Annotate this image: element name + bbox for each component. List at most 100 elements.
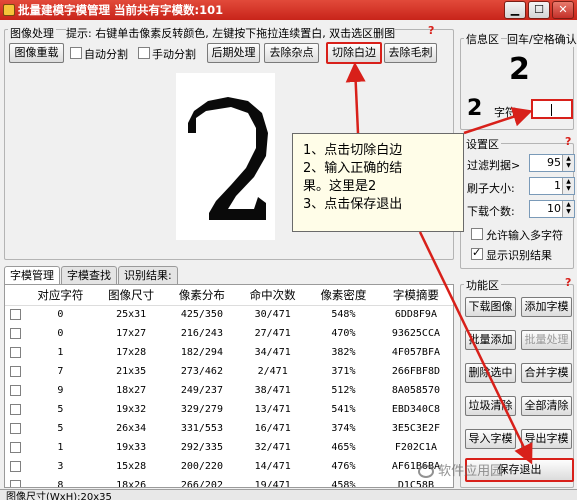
row-checkbox[interactable] <box>9 327 21 339</box>
table-cell: 15x28 <box>116 461 147 472</box>
row-checkbox-cell[interactable] <box>5 305 25 324</box>
col-digest[interactable]: 字模摘要 <box>378 285 453 306</box>
callout-line-1: 1、点击切除白边 <box>303 143 403 158</box>
instruction-callout: 1、点击切除白边 2、输入正确的结 果。这里是2 3、点击保存退出 <box>292 133 464 232</box>
settings-label: 设置区 <box>464 136 501 152</box>
table-row[interactable]: 1 17x28 182/294 34/471 382% 4F057BFA <box>5 343 453 362</box>
row-checkbox-cell[interactable] <box>5 343 25 362</box>
download-spinner[interactable]: 10 ▲ ▼ <box>529 200 575 218</box>
export-glyphs-button[interactable]: 导出字模 <box>521 429 572 449</box>
tab-recognition-result[interactable]: 识别结果: <box>118 266 178 284</box>
clear-garbage-button[interactable]: 垃圾清除 <box>465 396 516 416</box>
manual-split-label: 手动分割 <box>152 48 196 61</box>
row-checkbox[interactable] <box>9 384 21 396</box>
settings-help-icon[interactable]: ? <box>565 135 571 148</box>
spinner-arrows-icon[interactable]: ▲ ▼ <box>562 178 574 194</box>
tab-glyph-management[interactable]: 字模管理 <box>4 266 60 285</box>
spinner-arrows-icon[interactable]: ▲ ▼ <box>562 201 574 217</box>
digit-2-bitmap <box>188 97 268 220</box>
row-checkbox-cell[interactable] <box>5 457 25 476</box>
table-row[interactable]: 5 26x34 331/553 16/471 374% 3E5C3E2F <box>5 419 453 438</box>
table-cell: 273/462 <box>180 366 223 377</box>
row-checkbox-cell[interactable] <box>5 324 25 343</box>
close-button[interactable]: ✕ <box>552 1 574 19</box>
table-cell: 19/471 <box>254 480 291 488</box>
row-checkbox[interactable] <box>9 403 21 415</box>
table-cell: 548% <box>331 309 356 321</box>
glyph-canvas[interactable] <box>176 73 275 240</box>
minimize-button[interactable]: ▁ <box>504 1 526 19</box>
status-text: 图像尺寸(WxH):20x35 <box>6 492 112 500</box>
side-glyph: 2 <box>467 96 483 121</box>
table-row[interactable]: 8 18x26 266/202 19/471 458% D1C58B <box>5 476 453 488</box>
row-checkbox-cell[interactable] <box>5 476 25 487</box>
filter-spinner[interactable]: 95 ▲ ▼ <box>529 154 575 172</box>
table-row[interactable]: 5 19x32 329/279 13/471 541% EBD340C8 <box>5 400 453 419</box>
table-row[interactable]: 0 17x27 216/243 27/471 470% 93625CCA <box>5 324 453 343</box>
table-cell: 470% <box>331 328 356 339</box>
table-cell: 266FBF8D <box>391 366 440 377</box>
col-char[interactable]: 对应字符 <box>25 285 96 306</box>
clear-all-button[interactable]: 全部清除 <box>521 396 572 416</box>
table-row[interactable]: 7 21x35 273/462 2/471 371% 266FBF8D <box>5 362 453 381</box>
table-cell: 16/471 <box>254 423 291 434</box>
denoise-button[interactable]: 去除杂点 <box>264 43 319 63</box>
function-help-icon[interactable]: ? <box>565 276 571 289</box>
table-cell: 541% <box>331 404 356 415</box>
post-process-button[interactable]: 后期处理 <box>207 43 260 63</box>
row-checkbox[interactable] <box>9 479 21 487</box>
show-result-checkbox[interactable] <box>471 246 483 260</box>
table-row[interactable]: 1 19x33 292/335 32/471 465% F202C1A <box>5 438 453 457</box>
table-cell: 249/237 <box>180 385 223 396</box>
help-icon[interactable]: ? <box>428 24 434 37</box>
table-cell: 266/202 <box>180 480 223 488</box>
row-checkbox-cell[interactable] <box>5 438 25 457</box>
row-checkbox[interactable] <box>9 365 21 377</box>
col-hits[interactable]: 命中次数 <box>237 285 309 306</box>
reload-image-button[interactable]: 图像重载 <box>9 43 64 63</box>
row-checkbox[interactable] <box>9 441 21 453</box>
row-checkbox-cell[interactable] <box>5 381 25 400</box>
row-checkbox[interactable] <box>9 460 21 472</box>
table-row[interactable]: 3 15x28 200/220 14/471 476% AF61B6BA <box>5 457 453 476</box>
delete-selected-button[interactable]: 删除选中 <box>465 363 516 383</box>
table-cell: EBD340C8 <box>391 404 440 415</box>
tab-glyph-search[interactable]: 字模查找 <box>61 266 117 284</box>
char-input[interactable] <box>531 99 573 119</box>
download-image-button[interactable]: 下载图像 <box>465 297 516 317</box>
spinner-arrows-icon[interactable]: ▲ ▼ <box>562 155 574 171</box>
trim-whitespace-button[interactable]: 切除白边 <box>326 42 382 64</box>
callout-line-4: 3、点击保存退出 <box>303 197 403 212</box>
allow-multi-checkbox[interactable] <box>471 228 483 240</box>
auto-split-checkbox[interactable] <box>70 47 82 59</box>
table-cell: 3E5C3E2F <box>391 423 440 434</box>
manual-split-checkbox[interactable] <box>138 47 150 59</box>
batch-add-button[interactable]: 批量添加 <box>465 330 516 350</box>
col-distribution[interactable]: 像素分布 <box>166 285 238 306</box>
row-checkbox[interactable] <box>9 346 21 358</box>
batch-process-button[interactable]: 批量处理 <box>521 330 572 350</box>
table-cell: 371% <box>331 366 356 377</box>
table-cell: 13/471 <box>254 404 291 415</box>
deburr-button[interactable]: 去除毛刺 <box>384 43 437 63</box>
row-checkbox[interactable] <box>9 309 21 320</box>
table-cell: 0 <box>57 309 64 321</box>
row-checkbox-cell[interactable] <box>5 419 25 438</box>
table-row[interactable]: 0 25x31 425/350 30/471 548% 6DD8F9A <box>5 305 453 324</box>
table-row[interactable]: 9 18x27 249/237 38/471 512% 8A058570 <box>5 381 453 400</box>
table-cell: 18x27 <box>116 385 147 396</box>
function-label: 功能区 <box>464 277 501 293</box>
info-label: 信息区 <box>464 31 501 47</box>
row-checkbox[interactable] <box>9 422 21 434</box>
callout-line-2: 2、输入正确的结 <box>303 161 403 176</box>
maximize-button[interactable]: ☐ <box>528 1 550 19</box>
brush-spinner[interactable]: 1 ▲ ▼ <box>529 177 575 195</box>
col-size[interactable]: 图像尺寸 <box>95 285 167 306</box>
row-checkbox-cell[interactable] <box>5 362 25 381</box>
table-cell: 4F057BFA <box>391 347 440 358</box>
col-density[interactable]: 像素密度 <box>308 285 379 306</box>
import-glyphs-button[interactable]: 导入字模 <box>465 429 516 449</box>
add-glyph-button[interactable]: 添加字模 <box>521 297 572 317</box>
row-checkbox-cell[interactable] <box>5 400 25 419</box>
merge-glyphs-button[interactable]: 合并字模 <box>521 363 572 383</box>
